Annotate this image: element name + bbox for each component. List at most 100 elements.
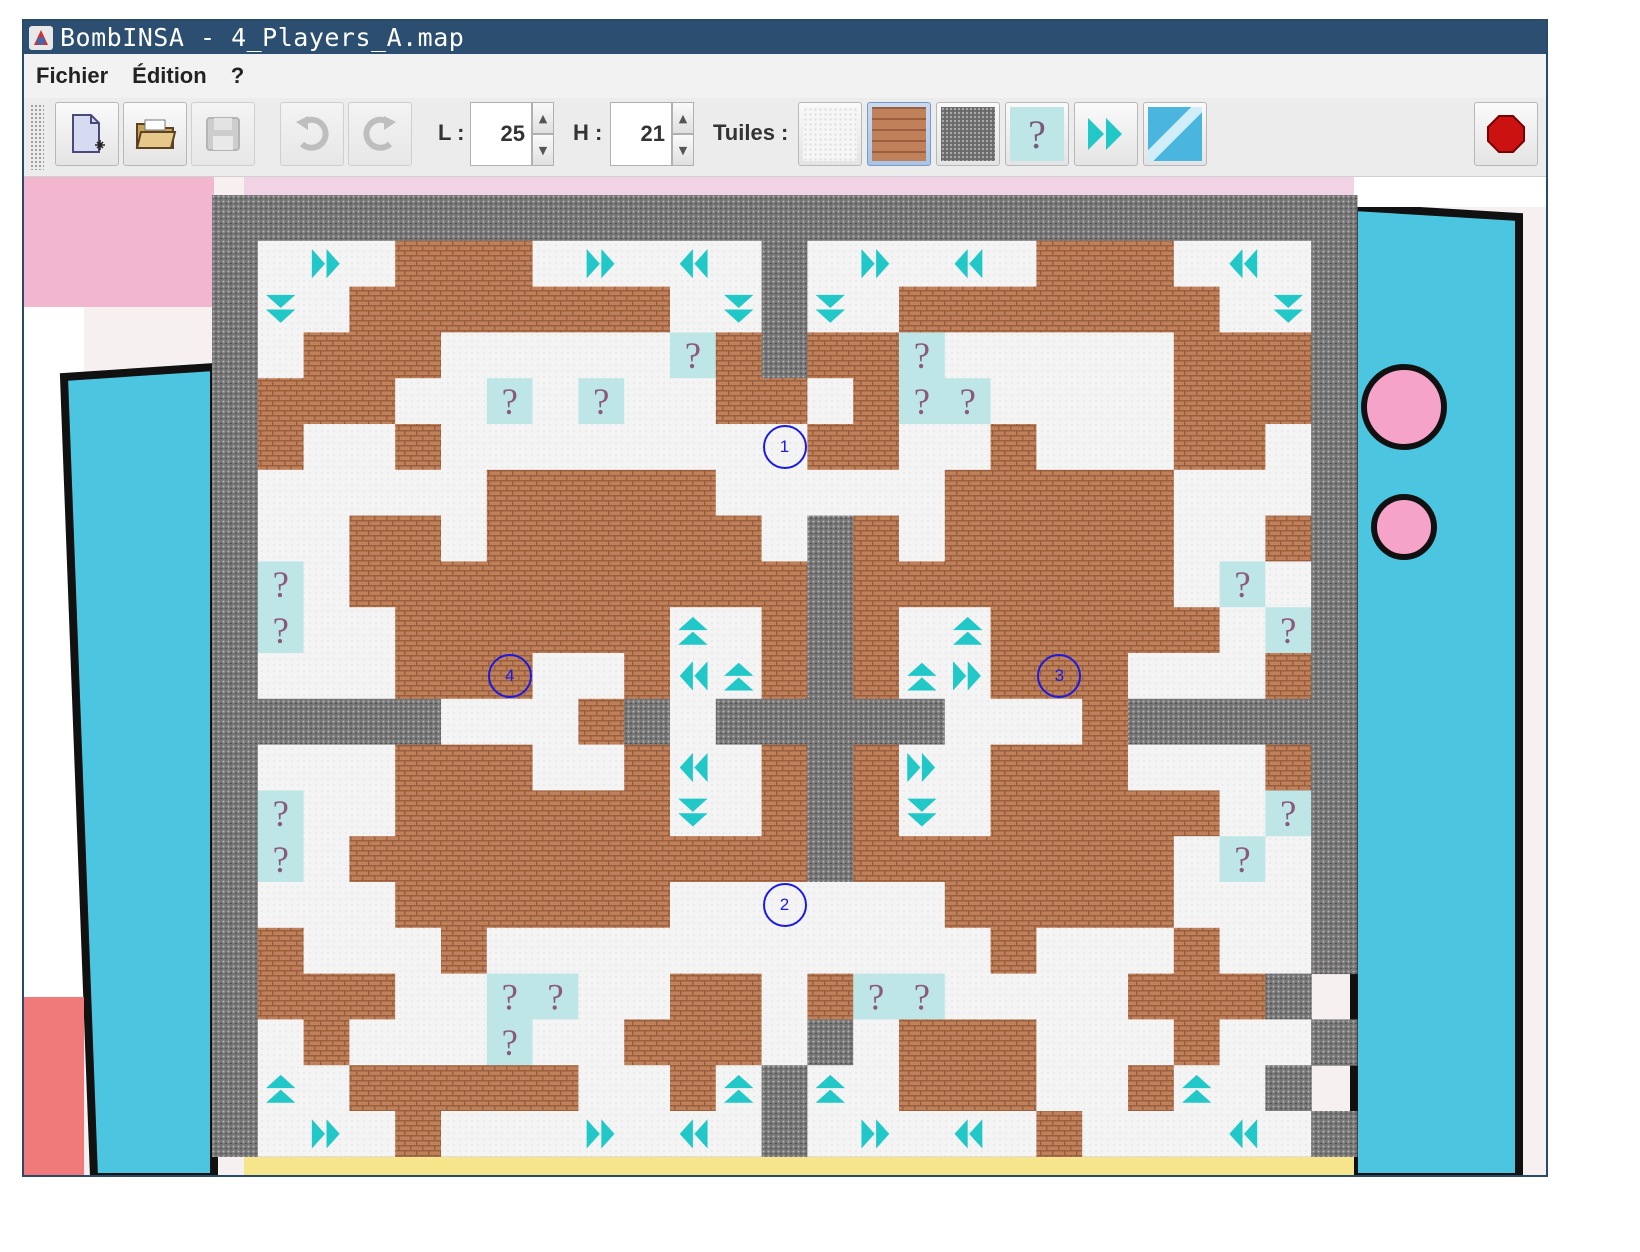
title-bar[interactable]: BombINSA - 4_Players_A.map <box>24 21 1546 54</box>
brick-tile[interactable] <box>349 332 396 379</box>
floor-tile[interactable] <box>1128 1019 1175 1066</box>
floor-tile[interactable] <box>715 424 763 471</box>
floor-tile[interactable] <box>1265 561 1312 608</box>
brick-tile[interactable] <box>899 836 946 883</box>
floor-tile[interactable] <box>441 1111 488 1157</box>
width-decrement-button[interactable]: ▼ <box>532 134 554 166</box>
brick-tile[interactable] <box>395 882 442 929</box>
wall-tile[interactable] <box>1311 424 1358 471</box>
floor-tile[interactable] <box>1082 927 1129 975</box>
floor-tile[interactable] <box>349 1111 396 1157</box>
brick-tile[interactable] <box>486 836 534 883</box>
brick-tile[interactable] <box>899 286 946 333</box>
wall-tile[interactable] <box>212 607 259 654</box>
brick-tile[interactable] <box>670 836 717 883</box>
floor-tile[interactable] <box>990 698 1037 746</box>
brick-tile[interactable] <box>944 469 992 517</box>
brick-tile[interactable] <box>1082 469 1129 517</box>
brick-tile[interactable] <box>624 286 671 333</box>
wall-tile[interactable] <box>807 698 854 746</box>
floor-tile[interactable] <box>257 1065 305 1112</box>
brick-tile[interactable] <box>670 973 717 1020</box>
floor-tile[interactable] <box>1219 469 1266 517</box>
brick-tile[interactable] <box>578 515 625 562</box>
height-input[interactable]: 21 <box>610 102 672 166</box>
floor-tile[interactable] <box>578 927 625 975</box>
floor-tile[interactable] <box>1173 882 1221 929</box>
brick-tile[interactable] <box>395 561 442 608</box>
brick-tile[interactable] <box>1082 607 1129 654</box>
wall-tile[interactable] <box>1311 607 1358 654</box>
floor-tile[interactable] <box>257 469 305 517</box>
brick-tile[interactable] <box>303 1019 350 1066</box>
brick-tile[interactable] <box>441 744 488 791</box>
brick-tile[interactable] <box>944 286 992 333</box>
floor-tile[interactable] <box>257 882 305 929</box>
brick-tile[interactable] <box>578 286 625 333</box>
floor-tile[interactable] <box>303 286 350 333</box>
brick-tile[interactable] <box>944 561 992 608</box>
floor-tile[interactable] <box>1173 515 1221 562</box>
wall-tile[interactable] <box>212 882 259 929</box>
brick-tile[interactable] <box>1082 515 1129 562</box>
brick-tile[interactable] <box>1128 790 1175 837</box>
brick-tile[interactable] <box>349 286 396 333</box>
floor-tile[interactable] <box>761 927 808 975</box>
player-spawn-2[interactable]: 2 <box>762 882 807 927</box>
brick-tile[interactable] <box>441 882 488 929</box>
brick-tile[interactable] <box>670 469 717 517</box>
floor-tile[interactable] <box>670 927 717 975</box>
floor-tile[interactable] <box>1265 1019 1312 1066</box>
brick-tile[interactable] <box>578 836 625 883</box>
brick-tile[interactable] <box>761 378 808 425</box>
brick-tile[interactable] <box>532 561 579 608</box>
height-decrement-button[interactable]: ▼ <box>672 134 694 166</box>
brick-tile[interactable] <box>303 332 350 379</box>
wall-tile[interactable] <box>1311 195 1358 242</box>
tile-wall-button[interactable] <box>936 102 1000 166</box>
brick-tile[interactable] <box>532 515 579 562</box>
floor-tile[interactable] <box>1219 515 1266 562</box>
wall-tile[interactable] <box>1036 195 1083 242</box>
floor-tile[interactable] <box>532 1111 579 1157</box>
brick-tile[interactable] <box>624 744 671 791</box>
brick-tile[interactable] <box>578 790 625 837</box>
width-input[interactable]: 25 <box>470 102 532 166</box>
floor-tile[interactable] <box>441 1019 488 1066</box>
floor-tile[interactable] <box>670 882 717 929</box>
floor-tile[interactable] <box>349 927 396 975</box>
brick-tile[interactable] <box>1173 378 1221 425</box>
brick-tile[interactable] <box>486 515 534 562</box>
floor-tile[interactable] <box>990 973 1037 1020</box>
brick-tile[interactable] <box>303 973 350 1020</box>
floor-tile[interactable] <box>990 240 1037 288</box>
wall-tile[interactable] <box>807 515 854 562</box>
floor-tile[interactable] <box>715 1111 763 1157</box>
brick-tile[interactable] <box>532 469 579 517</box>
bomberman-map-grid[interactable]: ??????????????????? <box>212 195 1358 1157</box>
floor-tile[interactable] <box>1173 836 1221 883</box>
brick-tile[interactable] <box>257 973 305 1020</box>
wall-tile[interactable] <box>532 195 579 242</box>
brick-tile[interactable] <box>990 1065 1037 1112</box>
floor-tile[interactable] <box>486 424 534 471</box>
brick-tile[interactable] <box>853 607 900 654</box>
brick-tile[interactable] <box>349 836 396 883</box>
wall-tile[interactable] <box>486 195 534 242</box>
wall-tile[interactable] <box>1265 195 1312 242</box>
wall-tile[interactable] <box>1311 378 1358 425</box>
floor-tile[interactable] <box>486 698 534 746</box>
wall-tile[interactable] <box>1082 195 1129 242</box>
brick-tile[interactable] <box>1082 790 1129 837</box>
brick-tile[interactable] <box>715 1019 763 1066</box>
height-increment-button[interactable]: ▲ <box>672 102 694 134</box>
floor-tile[interactable] <box>486 1111 534 1157</box>
floor-tile[interactable] <box>899 240 946 288</box>
floor-tile[interactable] <box>303 882 350 929</box>
wall-tile[interactable] <box>761 195 808 242</box>
wall-tile[interactable] <box>807 653 854 700</box>
floor-tile[interactable] <box>853 469 900 517</box>
wall-tile[interactable] <box>761 286 808 333</box>
brick-tile[interactable] <box>1128 1065 1175 1112</box>
floor-tile[interactable] <box>395 378 442 425</box>
